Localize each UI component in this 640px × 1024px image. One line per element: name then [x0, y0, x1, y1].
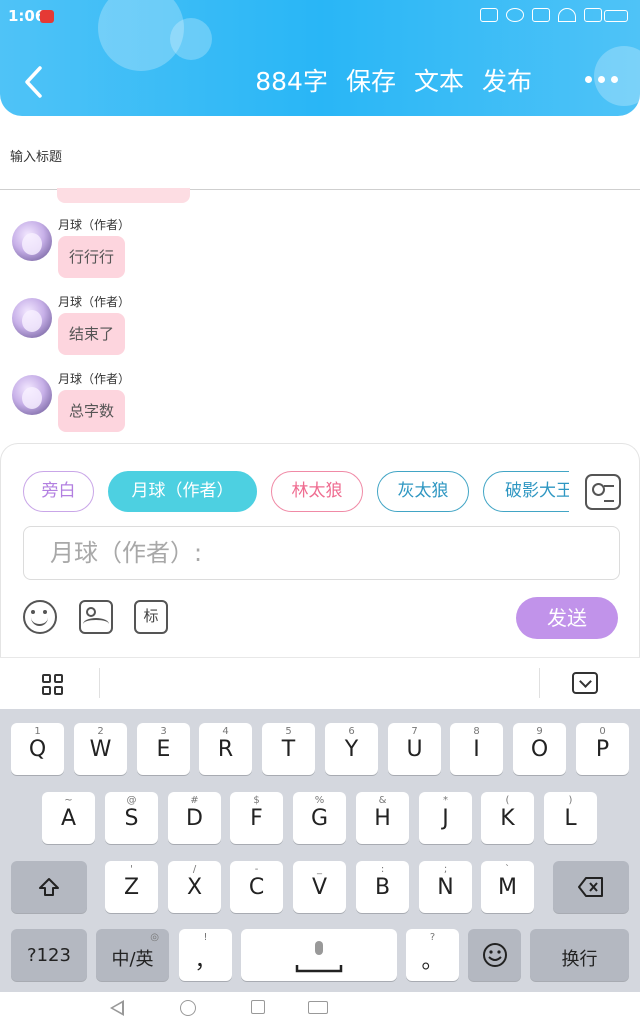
key-t[interactable]: 5T: [262, 723, 315, 775]
text-button[interactable]: 文本: [414, 62, 464, 98]
key-d[interactable]: # D: [168, 792, 221, 844]
notification-icon: [40, 10, 54, 23]
hd-icon: [480, 8, 498, 22]
keyboard: 1Q 2W 3E 4R 5T 6Y 7U 8I 9O 0P ~ A @ S # D $…: [0, 709, 640, 992]
key-o[interactable]: 9O: [513, 723, 566, 775]
backspace-icon: [578, 877, 603, 897]
key-a[interactable]: ~ A: [42, 792, 95, 844]
key-f[interactable]: $ F: [230, 792, 283, 844]
collapse-keyboard-icon[interactable]: [572, 672, 598, 694]
key-k[interactable]: (K: [481, 792, 534, 844]
status-icons: [480, 8, 602, 22]
key-s[interactable]: @ S: [105, 792, 158, 844]
image-icon[interactable]: [79, 600, 113, 634]
shift-icon: [39, 878, 59, 896]
title-input[interactable]: 输入标题: [0, 120, 640, 190]
key-l[interactable]: ) L: [544, 792, 597, 844]
battery-icon: [604, 10, 628, 22]
nav-recents-icon[interactable]: [251, 1000, 265, 1014]
key-u[interactable]: 7U: [388, 723, 441, 775]
key-c[interactable]: -C: [230, 861, 283, 913]
enter-key[interactable]: 换行: [530, 929, 629, 981]
key-r[interactable]: 4R: [199, 723, 252, 775]
key-p[interactable]: 0P: [576, 723, 629, 775]
key-j[interactable]: * J: [419, 792, 472, 844]
back-arrow-icon[interactable]: [22, 62, 46, 102]
vibrate-icon: [532, 8, 550, 22]
key-g[interactable]: % G: [293, 792, 346, 844]
comma-key[interactable]: !，: [179, 929, 232, 981]
signal-icon: [584, 8, 602, 22]
message-author: 月球（作者）: [58, 218, 131, 232]
nav-back-icon[interactable]: [110, 1000, 124, 1016]
eye-icon: [506, 8, 524, 22]
emoji-key[interactable]: [468, 929, 521, 981]
key-m[interactable]: ` M: [481, 861, 534, 913]
message-input[interactable]: 月球（作者）:: [23, 526, 620, 580]
app-header: 1:06 884字 保存 文本 发布: [0, 0, 640, 116]
more-icon[interactable]: [585, 76, 618, 83]
message-bubble[interactable]: 总字数: [58, 390, 126, 432]
key-q[interactable]: 1Q: [11, 723, 64, 775]
key-e[interactable]: 3E: [137, 723, 190, 775]
key-x[interactable]: / X: [168, 861, 221, 913]
key-z[interactable]: ' Z: [105, 861, 158, 913]
system-nav-bar: [0, 992, 640, 1024]
role-chip[interactable]: 林太狼: [271, 471, 363, 512]
role-selector: 旁白 月球（作者） 林太狼 灰太狼 破影大王: [23, 471, 569, 513]
divider: [539, 668, 540, 698]
partial-message-bubble: [57, 188, 190, 203]
status-bar: 1:06: [0, 0, 640, 34]
emoji-icon[interactable]: [23, 600, 57, 634]
chat-message: 月球（作者） 总字数: [12, 370, 412, 440]
key-y[interactable]: 6Y: [325, 723, 378, 775]
globe-icon: ◎: [150, 932, 159, 943]
role-chip[interactable]: 灰太狼: [377, 471, 469, 512]
message-bubble[interactable]: 行行行: [58, 236, 126, 278]
keyboard-toolbar: [0, 657, 640, 709]
role-chip[interactable]: 破影大王: [483, 471, 569, 512]
message-author: 月球（作者）: [58, 372, 131, 386]
avatar[interactable]: [12, 221, 52, 261]
key-w[interactable]: 2W: [74, 723, 127, 775]
chat-message: 月球（作者） 行行行: [12, 216, 412, 286]
role-manage-icon[interactable]: [585, 474, 621, 510]
nav-home-icon[interactable]: [180, 1000, 196, 1016]
space-key[interactable]: [241, 929, 397, 981]
key-h[interactable]: & H: [356, 792, 409, 844]
key-b[interactable]: :B: [356, 861, 409, 913]
message-bubble[interactable]: 结束了: [58, 313, 126, 355]
publish-button[interactable]: 发布: [482, 62, 532, 98]
key-n[interactable]: ; N: [419, 861, 472, 913]
wifi-icon: [558, 8, 576, 22]
apps-grid-icon[interactable]: [42, 674, 64, 696]
microphone-icon: [295, 941, 343, 973]
smile-icon: [482, 943, 507, 967]
message-author: 月球（作者）: [58, 295, 131, 309]
keyboard-switch-icon[interactable]: [308, 1001, 328, 1014]
save-button[interactable]: 保存: [346, 62, 396, 98]
word-count: 884字: [255, 67, 328, 96]
key-i[interactable]: 8I: [450, 723, 503, 775]
tag-button[interactable]: 标: [134, 600, 168, 634]
divider: [99, 668, 100, 698]
composer-panel: 旁白 月球（作者） 林太狼 灰太狼 破影大王 月球（作者）: 标 发送: [0, 443, 640, 657]
key-v[interactable]: _ V: [293, 861, 346, 913]
shift-key[interactable]: [11, 861, 87, 913]
language-switch-key[interactable]: ◎ 中/英: [96, 929, 169, 981]
avatar[interactable]: [12, 298, 52, 338]
role-chip-narrator[interactable]: 旁白: [23, 471, 94, 512]
period-key[interactable]: ?。: [406, 929, 459, 981]
header-actions: 884字 保存 文本 发布: [255, 62, 532, 98]
numbers-key[interactable]: ?123: [11, 929, 87, 981]
avatar[interactable]: [12, 375, 52, 415]
chat-message: 月球（作者） 结束了: [12, 293, 412, 363]
send-button[interactable]: 发送: [516, 597, 618, 639]
role-chip-selected[interactable]: 月球（作者）: [108, 471, 257, 512]
backspace-key[interactable]: [553, 861, 629, 913]
